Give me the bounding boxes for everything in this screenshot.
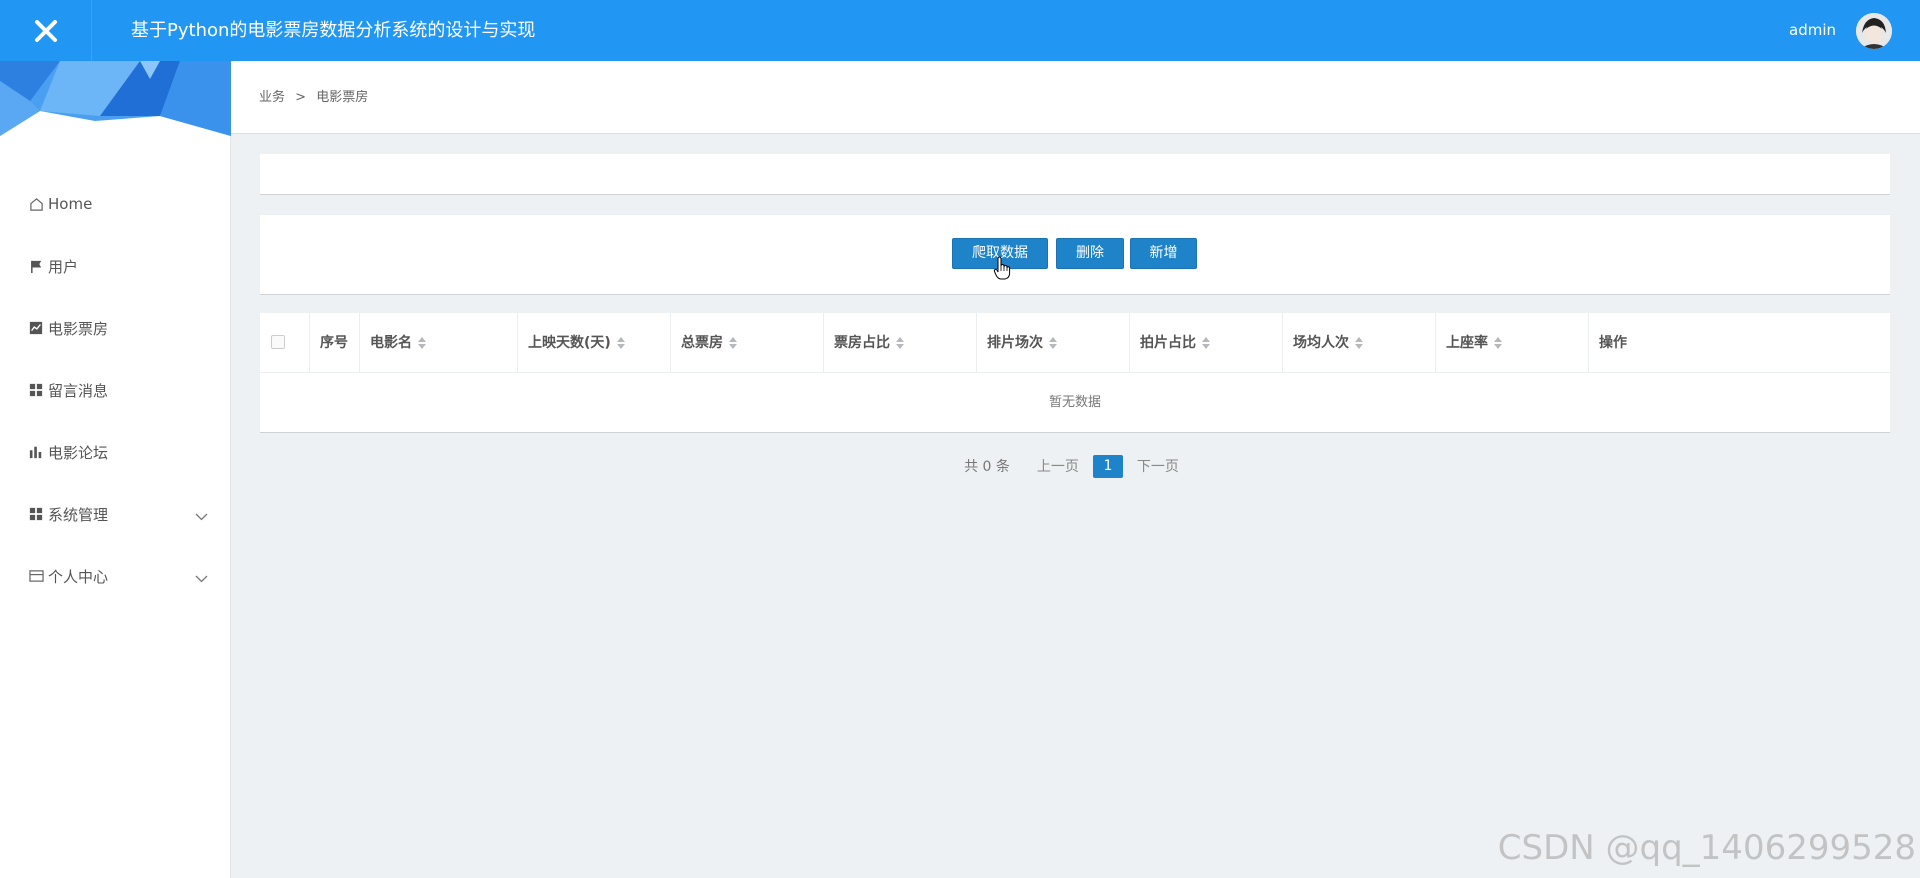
grid-icon <box>28 506 44 522</box>
column-header-actions: 操作 <box>1589 313 1890 373</box>
sort-icon[interactable] <box>616 337 625 349</box>
breadcrumb-separator: > <box>295 90 307 105</box>
bar-chart-icon <box>28 444 44 460</box>
wallet-icon <box>28 568 44 584</box>
column-header-index: 序号 <box>310 313 360 373</box>
sort-icon[interactable] <box>1494 337 1502 349</box>
column-header-screenings[interactable]: 排片场次 <box>977 313 1130 373</box>
select-all-cell <box>260 313 310 373</box>
data-table: 序号 电影名 上映天数(天) 总票房 票房占比 排片场次 拍片占比 场均人次 上… <box>260 313 1890 433</box>
sidebar-item-box-office[interactable]: 电影票房 <box>0 297 230 359</box>
sidebar-item-system[interactable]: 系统管理 <box>0 483 230 545</box>
sort-icon[interactable] <box>896 337 904 349</box>
chevron-down-icon[interactable] <box>195 507 208 525</box>
chart-icon <box>28 320 44 336</box>
flag-icon <box>28 258 44 274</box>
column-header-total-box-office[interactable]: 总票房 <box>671 313 824 373</box>
column-label: 排片场次 <box>987 335 1043 351</box>
breadcrumb-bar: 业务 > 电影票房 <box>231 61 1920 134</box>
table-header: 序号 电影名 上映天数(天) 总票房 票房占比 排片场次 拍片占比 场均人次 上… <box>260 313 1890 373</box>
breadcrumb-current: 电影票房 <box>316 90 369 105</box>
sidebar-item-label: Home <box>48 195 93 213</box>
app-title: 基于Python的电影票房数据分析系统的设计与实现 <box>131 20 536 41</box>
column-label: 场均人次 <box>1293 335 1349 351</box>
sort-icon[interactable] <box>418 337 426 349</box>
sidebar-banner <box>0 61 231 136</box>
column-header-box-office-share[interactable]: 票房占比 <box>824 313 977 373</box>
column-label: 总票房 <box>681 335 723 351</box>
next-page-link[interactable]: 下一页 <box>1137 456 1179 476</box>
current-page-button[interactable]: 1 <box>1092 454 1123 478</box>
sidebar-item-forum[interactable]: 电影论坛 <box>0 421 230 483</box>
sort-icon[interactable] <box>729 337 737 349</box>
hand-cursor-icon <box>993 256 1011 284</box>
avatar[interactable] <box>1856 13 1892 49</box>
empty-table-message: 暂无数据 <box>1048 395 1101 410</box>
sidebar-item-label: 电影论坛 <box>48 443 109 462</box>
column-header-movie-name[interactable]: 电影名 <box>360 313 518 373</box>
column-header-screening-share[interactable]: 拍片占比 <box>1130 313 1283 373</box>
sort-icon[interactable] <box>1355 337 1363 349</box>
sidebar: Home 用户 电影票房 留言消息 电影论坛 系统管理 个人中心 <box>0 61 231 878</box>
sidebar-item-users[interactable]: 用户 <box>0 235 230 297</box>
column-label: 上座率 <box>1446 335 1488 351</box>
breadcrumb-parent[interactable]: 业务 <box>259 90 285 105</box>
sidebar-menu: Home 用户 电影票房 留言消息 电影论坛 系统管理 个人中心 <box>0 173 230 607</box>
sidebar-item-profile[interactable]: 个人中心 <box>0 545 230 607</box>
select-all-checkbox[interactable] <box>271 335 285 349</box>
sidebar-item-label: 电影票房 <box>48 319 109 338</box>
sidebar-item-label: 用户 <box>48 257 79 276</box>
search-panel <box>260 154 1890 195</box>
pagination: 共 0 条 上一页 1 下一页 <box>260 453 1890 479</box>
sort-icon[interactable] <box>1049 337 1057 349</box>
delete-button[interactable]: 删除 <box>1056 238 1124 269</box>
total-count: 共 0 条 <box>964 459 1010 475</box>
watermark: CSDN @qq_1406299528 <box>1497 828 1916 868</box>
column-header-release-days[interactable]: 上映天数(天) <box>518 313 671 373</box>
username[interactable]: admin <box>1789 0 1836 61</box>
column-label: 票房占比 <box>834 335 890 351</box>
action-panel: 爬取数据 删除 新增 <box>260 215 1890 295</box>
sidebar-item-label: 个人中心 <box>48 567 109 586</box>
grid-icon <box>28 382 44 398</box>
column-label: 序号 <box>320 335 348 351</box>
chevron-down-icon[interactable] <box>195 569 208 587</box>
breadcrumb: 业务 > 电影票房 <box>259 61 368 134</box>
column-label: 拍片占比 <box>1140 335 1196 351</box>
column-label: 电影名 <box>370 335 412 351</box>
sidebar-item-messages[interactable]: 留言消息 <box>0 359 230 421</box>
home-icon <box>28 196 44 212</box>
column-header-avg-attendance[interactable]: 场均人次 <box>1283 313 1436 373</box>
sidebar-item-label: 留言消息 <box>48 381 109 400</box>
close-icon[interactable] <box>0 0 92 61</box>
sidebar-item-label: 系统管理 <box>48 505 109 524</box>
add-button[interactable]: 新增 <box>1130 238 1197 269</box>
column-header-occupancy[interactable]: 上座率 <box>1436 313 1589 373</box>
prev-page-link[interactable]: 上一页 <box>1037 456 1079 476</box>
sidebar-item-home[interactable]: Home <box>0 173 230 235</box>
sort-icon[interactable] <box>1202 337 1210 349</box>
column-label: 上映天数(天) <box>528 335 611 351</box>
top-bar: 基于Python的电影票房数据分析系统的设计与实现 admin <box>0 0 1920 61</box>
column-label: 操作 <box>1599 335 1627 351</box>
